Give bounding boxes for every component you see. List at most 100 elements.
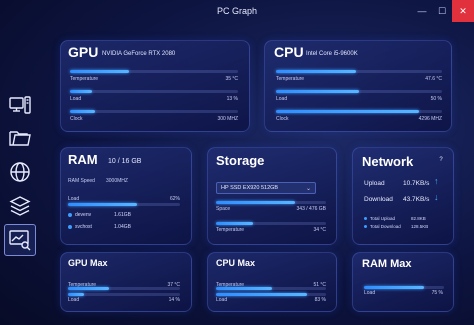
process-name: svchost — [75, 224, 92, 230]
cpu-max-load-bar — [216, 293, 326, 296]
chevron-down-icon: ⌄ — [305, 186, 311, 192]
globe-icon — [10, 162, 30, 182]
sidebar-item-files[interactable] — [6, 124, 34, 152]
stat-bar — [70, 90, 238, 93]
total-download-dot — [364, 225, 367, 228]
storage-temp-bar-fill — [216, 222, 254, 225]
folder-icon — [9, 131, 31, 146]
ram-speed-value: 3000MHZ — [106, 178, 128, 184]
ram-max-load-bar-fill — [364, 286, 424, 289]
stat-label: Load — [70, 96, 82, 102]
stat-bar — [70, 70, 238, 73]
sidebar-item-monitor[interactable] — [4, 224, 36, 256]
cpu-max-temp-bar-fill — [216, 287, 273, 290]
help-button[interactable]: ? — [436, 155, 446, 165]
close-button[interactable]: ✕ — [452, 0, 474, 22]
storage-temp-bar — [216, 222, 326, 225]
ram-load-bar-fill — [68, 203, 138, 206]
download-value: 43.7KB/s — [403, 196, 430, 203]
layers-icon — [9, 196, 31, 216]
process-memory: 1.04GB — [114, 224, 131, 230]
gpu-max-load-bar-fill — [68, 293, 84, 296]
cpu-max-temp-bar — [216, 287, 326, 290]
network-title: Network — [362, 154, 414, 169]
arrow-down-icon: ↓ — [434, 192, 439, 202]
arrow-up-icon: ↑ — [434, 176, 439, 186]
storage-temp-label: Temperature — [216, 227, 245, 233]
computer-icon — [9, 96, 31, 114]
storage-title: Storage — [216, 153, 265, 168]
window-controls: — ☐ ✕ — [412, 0, 474, 22]
stat-bar — [276, 90, 442, 93]
stat-bar-fill — [70, 90, 92, 93]
cpu-max-title: CPU Max — [216, 258, 256, 268]
ram-max-load-bar — [364, 286, 444, 289]
upload-label: Upload — [364, 180, 385, 187]
sidebar-item-computer[interactable] — [6, 92, 34, 120]
gpu-max-title: GPU Max — [68, 258, 108, 268]
stat-bar — [276, 110, 442, 113]
stat-value: 47.6 °C — [425, 76, 442, 82]
stat-value: 4296 MHZ — [418, 116, 442, 122]
total-upload-label: Total Upload — [370, 216, 396, 221]
monitor-search-icon — [9, 230, 31, 251]
ram-load-label: Load — [68, 196, 80, 202]
title-bar: PC Graph — [0, 0, 474, 22]
gpu-max-load-value: 14 % — [168, 297, 180, 303]
process-dot — [68, 225, 72, 229]
ram-max-load-label: Load — [364, 290, 376, 296]
maximize-button[interactable]: ☐ — [432, 0, 452, 22]
process-dot — [68, 213, 72, 217]
ram-max-load-value: 75 % — [431, 290, 443, 296]
stat-label: Clock — [276, 116, 289, 122]
ram-title: RAM — [68, 152, 98, 167]
cpu-max-load-value: 83 % — [314, 297, 326, 303]
stat-value: 13 % — [226, 96, 238, 102]
stat-label: Temperature — [70, 76, 99, 82]
storage-space-bar-fill — [216, 201, 296, 204]
sidebar-item-network[interactable] — [6, 158, 34, 186]
gpu-title: GPU — [68, 44, 99, 60]
process-memory: 1.61GB — [114, 212, 131, 218]
stat-bar-fill — [276, 70, 356, 73]
gpu-max-load-bar — [68, 293, 180, 296]
storage-space-label: Space — [216, 206, 231, 212]
storage-space-value: 343 / 476 GB — [296, 206, 326, 212]
sidebar-item-storage[interactable] — [6, 192, 34, 220]
gpu-max-temp-bar-fill — [68, 287, 110, 290]
stat-bar-fill — [276, 90, 359, 93]
storage-temp-value: 34 °C — [313, 227, 326, 233]
total-download-label: Total Download — [370, 224, 401, 229]
total-upload-value: 82.8KB — [411, 216, 426, 221]
drive-select[interactable]: HP SSD EX920 512GB ⌄ — [216, 182, 316, 194]
gpu-model: NVIDIA GeForce RTX 2080 — [102, 51, 176, 57]
ram-load-bar — [68, 203, 180, 206]
minimize-button[interactable]: — — [412, 0, 432, 22]
cpu-title: CPU — [274, 44, 304, 60]
stat-bar — [276, 70, 442, 73]
gpu-max-temp-bar — [68, 287, 180, 290]
ram-speed-label: RAM Speed — [68, 178, 95, 184]
stat-label: Load — [276, 96, 288, 102]
stat-bar-fill — [276, 110, 419, 113]
ram-max-title: RAM Max — [362, 258, 412, 270]
stat-value: 35 °C — [225, 76, 238, 82]
stat-bar-fill — [70, 110, 96, 113]
cpu-max-load-label: Load — [216, 297, 228, 303]
stat-value: 300 MHZ — [217, 116, 238, 122]
stat-label: Clock — [70, 116, 83, 122]
stat-label: Temperature — [276, 76, 305, 82]
stat-bar-fill — [70, 70, 129, 73]
app-title: PC Graph — [216, 6, 258, 16]
drive-select-value: HP SSD EX920 512GB — [221, 185, 279, 191]
process-name: devenv — [75, 212, 92, 218]
download-label: Download — [364, 196, 393, 203]
storage-space-bar — [216, 201, 326, 204]
cpu-model: Intel Core i5-9600K — [306, 51, 358, 57]
stat-bar — [70, 110, 238, 113]
ram-usage: 10 / 16 GB — [108, 158, 142, 165]
upload-value: 10.7KB/s — [403, 180, 430, 187]
total-upload-dot — [364, 217, 367, 220]
ram-load-value: 62% — [169, 196, 180, 202]
total-download-value: 128.5KB — [411, 224, 429, 229]
